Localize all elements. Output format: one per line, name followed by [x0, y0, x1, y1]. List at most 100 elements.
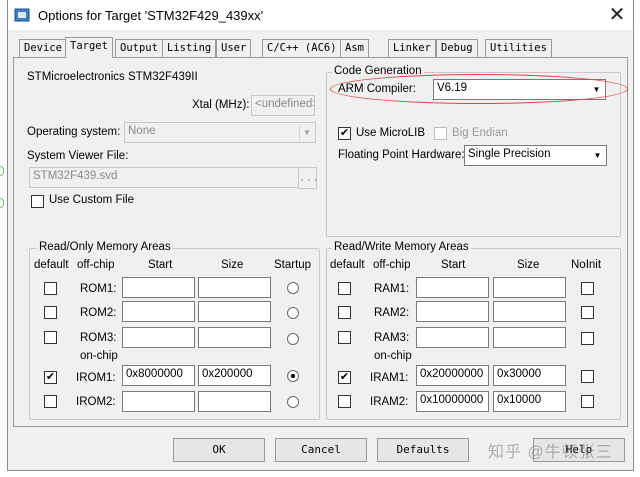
ram3-size-field[interactable] — [493, 327, 566, 348]
iram1-start-field[interactable]: 0x20000000 — [416, 365, 489, 386]
device-name: STMicroelectronics STM32F439II — [27, 71, 198, 83]
rom3-startup-radio[interactable] — [287, 333, 299, 345]
ro-memory-title: Read/Only Memory Areas — [37, 241, 173, 253]
iram2-size-field[interactable]: 0x10000 — [493, 391, 566, 412]
irom2-start-field[interactable] — [122, 391, 195, 412]
use-custom-file-label: Use Custom File — [49, 194, 134, 206]
iram2-noinit-checkbox[interactable] — [581, 395, 594, 408]
ro-header-size: Size — [221, 259, 244, 271]
irom2-size-field[interactable] — [198, 391, 271, 412]
rom1-size-field[interactable] — [198, 277, 271, 298]
rom1-startup-radio[interactable] — [287, 282, 299, 294]
ram2-noinit-checkbox[interactable] — [581, 306, 594, 319]
tab-debug[interactable]: Debug — [436, 39, 478, 57]
rw-header-offchip: off-chip — [373, 259, 411, 271]
ro-header-offchip: off-chip — [77, 259, 115, 271]
rom3-label: ROM3: — [80, 332, 117, 344]
ram3-default-checkbox[interactable] — [338, 331, 351, 344]
ram2-start-field[interactable] — [416, 301, 489, 322]
background-window-edge — [0, 166, 4, 176]
rom2-default-checkbox[interactable] — [44, 306, 57, 319]
use-microlib-checkbox[interactable]: ✔ — [338, 127, 351, 140]
iram1-default-checkbox[interactable]: ✔ — [338, 371, 351, 384]
rw-memory-title: Read/Write Memory Areas — [332, 241, 471, 253]
irom2-label: IROM2: — [76, 396, 116, 408]
irom2-startup-radio[interactable] — [287, 396, 299, 408]
svd-file-field[interactable]: STM32F439.svd — [29, 167, 299, 188]
options-dialog: Options for Target 'STM32F429_439xx' ✕ D… — [7, 0, 634, 471]
irom2-default-checkbox[interactable] — [44, 395, 57, 408]
tab-linker[interactable]: Linker — [388, 39, 436, 57]
big-endian-checkbox[interactable] — [434, 127, 447, 140]
background-window-edge — [0, 198, 4, 208]
irom1-startup-radio[interactable] — [287, 370, 299, 382]
svd-browse-button[interactable]: ... — [298, 167, 319, 189]
tab-user[interactable]: User — [216, 39, 252, 57]
irom1-start-field[interactable]: 0x8000000 — [122, 365, 195, 386]
cancel-button[interactable]: Cancel — [275, 438, 367, 462]
iram2-default-checkbox[interactable] — [338, 395, 351, 408]
fph-label: Floating Point Hardware: — [338, 149, 465, 161]
keil-app-icon — [14, 8, 30, 22]
ok-button[interactable]: OK — [173, 438, 265, 462]
ro-header-start: Start — [148, 259, 173, 271]
tab-asm[interactable]: Asm — [340, 39, 369, 57]
ro-header-startup: Startup — [274, 259, 312, 271]
svd-label: System Viewer File: — [27, 150, 129, 162]
rom3-size-field[interactable] — [198, 327, 271, 348]
ram1-default-checkbox[interactable] — [338, 282, 351, 295]
rw-header-size: Size — [517, 259, 540, 271]
ram1-noinit-checkbox[interactable] — [581, 282, 594, 295]
xtal-field[interactable]: <undefined> — [251, 95, 315, 116]
iram1-size-field[interactable]: 0x30000 — [493, 365, 566, 386]
rw-header-default: default — [330, 259, 365, 271]
ram3-label: RAM3: — [374, 332, 410, 344]
fph-select[interactable]: Single Precision ▼ — [464, 145, 607, 166]
use-microlib-label: Use MicroLIB — [356, 127, 426, 139]
close-icon[interactable]: ✕ — [606, 4, 628, 26]
ro-onchip-label: on-chip — [80, 350, 118, 362]
rom2-label: ROM2: — [80, 307, 117, 319]
tab-listing[interactable]: Listing — [162, 39, 217, 57]
tab-c-cpp[interactable]: C/C++ (AC6) — [262, 39, 342, 57]
irom1-size-field[interactable]: 0x200000 — [198, 365, 271, 386]
rom2-size-field[interactable] — [198, 301, 271, 322]
irom1-default-checkbox[interactable]: ✔ — [44, 371, 57, 384]
rw-header-noinit: NoInit — [571, 259, 602, 271]
chevron-down-icon: ▼ — [593, 151, 602, 160]
rom3-default-checkbox[interactable] — [44, 331, 57, 344]
rom1-start-field[interactable] — [122, 277, 195, 298]
rw-onchip-label: on-chip — [374, 350, 412, 362]
ram1-start-field[interactable] — [416, 277, 489, 298]
defaults-button[interactable]: Defaults — [377, 438, 469, 462]
rw-header-start: Start — [441, 259, 466, 271]
window-title: Options for Target 'STM32F429_439xx' — [38, 8, 264, 23]
ro-header-default: default — [34, 259, 69, 271]
rom1-label: ROM1: — [80, 283, 117, 295]
rom3-start-field[interactable] — [122, 327, 195, 348]
tab-utilities[interactable]: Utilities — [485, 39, 552, 57]
ram2-label: RAM2: — [374, 307, 410, 319]
tab-target[interactable]: Target — [65, 37, 113, 58]
tab-output[interactable]: Output — [115, 39, 163, 57]
iram2-start-field[interactable]: 0x10000000 — [416, 391, 489, 412]
os-select[interactable]: None ▼ — [124, 122, 316, 143]
ram3-start-field[interactable] — [416, 327, 489, 348]
iram1-noinit-checkbox[interactable] — [581, 370, 594, 383]
iram2-label: IRAM2: — [370, 396, 409, 408]
watermark: 知乎 @牛顿张三 — [488, 444, 613, 461]
ram1-label: RAM1: — [374, 283, 410, 295]
rom2-start-field[interactable] — [122, 301, 195, 322]
ram2-size-field[interactable] — [493, 301, 566, 322]
rom2-startup-radio[interactable] — [287, 307, 299, 319]
ram3-noinit-checkbox[interactable] — [581, 332, 594, 345]
use-custom-file-checkbox[interactable] — [31, 195, 44, 208]
ram1-size-field[interactable] — [493, 277, 566, 298]
big-endian-label: Big Endian — [452, 127, 508, 139]
rom1-default-checkbox[interactable] — [44, 282, 57, 295]
ram2-default-checkbox[interactable] — [338, 306, 351, 319]
highlight-annotation — [330, 74, 628, 104]
irom1-label: IROM1: — [76, 372, 116, 384]
os-label: Operating system: — [27, 126, 121, 138]
tab-device[interactable]: Device — [19, 39, 67, 57]
